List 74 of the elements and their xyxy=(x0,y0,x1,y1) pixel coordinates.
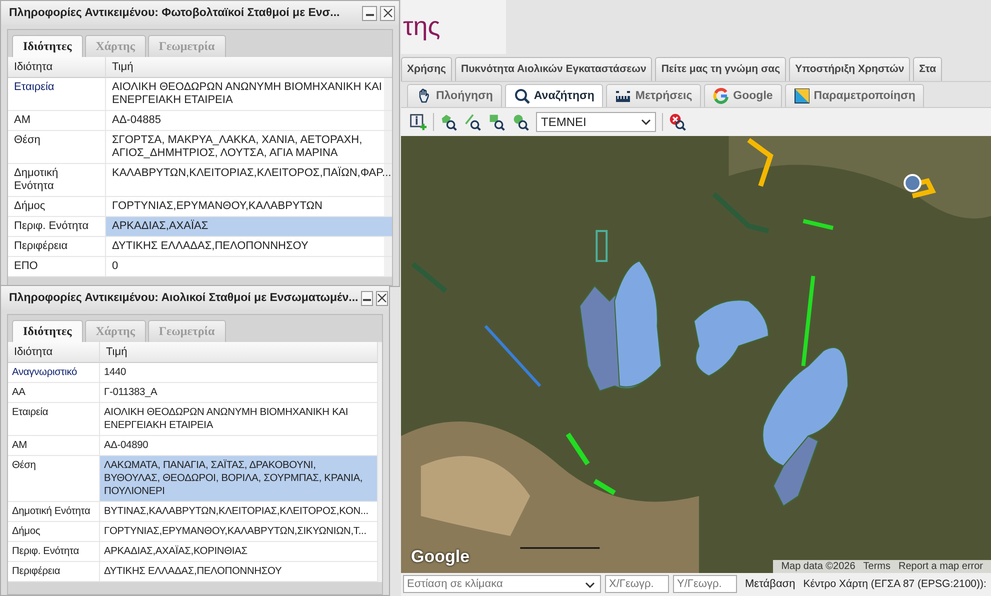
value-cell[interactable]: ΑΡΚΑΔΙΑΣ,ΑΧΑΪΑΣ,ΚΟΡΙΝΘΙΑΣ xyxy=(100,542,378,562)
tool-tab[interactable]: Πλοήγηση xyxy=(407,84,502,108)
column-header[interactable]: Ιδιότητα xyxy=(8,57,106,78)
property-cell: Αναγνωριστικό xyxy=(8,363,100,383)
value-cell[interactable]: Γ-011383_Α xyxy=(100,383,378,403)
value-cell[interactable]: ΔΥΤΙΚΗΣ ΕΛΛΑΔΑΣ,ΠΕΛΟΠΟΝΝΗΣΟΥ xyxy=(106,237,392,257)
menu-tab[interactable]: Χρήσης xyxy=(401,56,452,81)
google-logo-text: Google xyxy=(411,546,470,567)
zoom-select-icon[interactable] xyxy=(488,112,506,131)
y-coordinate-field[interactable]: Υ/Γεωγρ. xyxy=(673,575,737,594)
menu-tab[interactable]: Υποστήριξη Χρηστών xyxy=(789,56,910,81)
value-cell[interactable]: ΑΔ-04885 xyxy=(106,111,392,131)
close-icon xyxy=(377,293,388,303)
spatial-filter-dropdown[interactable]: ΤΕΜΝΕΙ xyxy=(536,112,656,132)
zoom-select-icon[interactable] xyxy=(440,112,458,131)
window-title: Πληροφορίες Αντικειμένου: Αιολικοί Σταθμοί με Ενσωματωμέν... xyxy=(9,292,358,304)
property-cell: Δημοτική Ενότητα xyxy=(8,502,100,522)
property-cell: Δημοτική Ενότητα xyxy=(8,164,106,197)
tool-tab[interactable]: Αναζήτηση xyxy=(504,84,604,108)
attribution-link[interactable]: Map data ©2026 xyxy=(777,560,860,573)
property-cell: Περιφ. Ενότητα xyxy=(8,542,100,562)
value-cell[interactable]: ΛΑΚΩΜΑΤΑ, ΠΑΝΑΓΙΑ, ΣΑΪΤΑΣ, ΔΡΑΚΟΒΟΥΝΙ, ΒΥΘΟΥΛΑΣ, ΘΕΟΔΩΡΟΙ, ΒΟΡΙΛΑ, ΣΟΥΡΜΠΑΣ, ΚΡΑΝΙΑ, ΠΟΥΛΙΟΝΕΡΙ xyxy=(100,456,378,502)
column-header[interactable]: Τιμή xyxy=(106,57,392,78)
panel-tab[interactable]: Ιδιότητες xyxy=(12,320,83,342)
property-cell: Δήμος xyxy=(8,197,106,217)
zoom-select-icon[interactable] xyxy=(464,112,482,131)
property-cell: ΑΜ xyxy=(8,436,100,456)
value-cell[interactable]: ΚΑΛΑΒΡΥΤΩΝ,ΚΛΕΙΤΟΡΙΑΣ,ΚΛΕΙΤΟΡΟΣ,ΠΑΪΩΝ,ΦΑΡ... xyxy=(106,164,392,197)
value-cell[interactable]: ΣΓΟΡΤΣΑ, ΜΑΚΡΥΑ_ΛΑΚΚΑ, ΧΑΝΙΑ, ΑΕΤΟΡΑΧΗ, ΑΓΙΟΣ_ΔΗΜΗΤΡΙΟΣ, ΛΟΥΤΣΑ, ΑΓΙΑ ΜΑΡΙΝΑ xyxy=(106,131,392,164)
panel-tab[interactable]: Ιδιότητες xyxy=(12,35,83,57)
property-cell: Εταιρεία xyxy=(8,78,106,111)
tool-tab[interactable]: Παραμετροποίηση xyxy=(784,84,924,108)
minimize-button[interactable] xyxy=(361,290,374,306)
close-button[interactable] xyxy=(376,290,388,306)
google-g-icon xyxy=(713,88,730,104)
value-cell[interactable]: 0 xyxy=(106,257,392,277)
map-center-label: Κέντρο Χάρτη (ΕΓΣΑ 87 (EPSG:2100)): xyxy=(803,578,986,590)
value-cell[interactable]: ΔΥΤΙΚΗΣ ΕΛΛΑΔΑΣ,ΠΕΛΟΠΟΝΝΗΣΟΥ xyxy=(100,562,378,582)
value-cell[interactable]: ΒΥΤΙΝΑΣ,ΚΑΛΑΒΡΥΤΩΝ,ΚΛΕΙΤΟΡΙΑΣ,ΚΛΕΙΤΟΡΟΣ,ΚΟΝ... xyxy=(100,502,378,522)
value-cell[interactable]: ΓΟΡΤΥΝΙΑΣ,ΕΡΥΜΑΝΘΟΥ,ΚΑΛΑΒΡΥΤΩΝ,ΣΙΚΥΩΝΙΩΝ,Τ... xyxy=(100,522,378,542)
tool-tab[interactable]: Μετρήσεις xyxy=(606,84,702,108)
search-icon xyxy=(514,88,530,104)
value-cell[interactable]: 1440 xyxy=(100,363,378,383)
info-add-icon[interactable] xyxy=(409,112,427,131)
attribution-link[interactable]: Terms xyxy=(859,560,895,573)
logo-text: της xyxy=(402,11,440,42)
minimize-button[interactable] xyxy=(362,6,377,20)
go-button[interactable]: Μετάβαση xyxy=(741,578,800,590)
property-cell: Δήμος xyxy=(8,522,100,542)
property-cell: ΕΠΟ xyxy=(8,257,106,277)
close-icon xyxy=(382,8,392,18)
column-header[interactable]: Τιμή xyxy=(100,342,378,363)
menu-tab[interactable]: Στα xyxy=(913,56,942,81)
zoom-select-icon[interactable] xyxy=(512,112,530,131)
menu-tab[interactable]: Πείτε μας τη γνώμη σας xyxy=(655,56,786,81)
menu-tab[interactable]: Πυκνότητα Αιολικών Εγκαταστάσεων xyxy=(454,56,652,81)
property-cell: ΑΜ xyxy=(8,111,106,131)
property-cell: Περιφέρεια xyxy=(8,237,106,257)
scale-combobox[interactable]: Εστίαση σε κλίμακα xyxy=(403,575,601,594)
value-cell[interactable]: ΑΡΚΑΔΙΑΣ,ΑΧΑΪΑΣ xyxy=(106,217,392,237)
value-cell[interactable]: ΑΙΟΛΙΚΗ ΘΕΟΔΩΡΩΝ ΑΝΩΝΥΜΗ ΒΙΟΜΗΧΑΝΙΚΗ ΚΑΙ ΕΝΕΡΓΕΙΑΚΗ ΕΤΑΙΡΕΙΑ xyxy=(100,403,378,436)
window-title: Πληροφορίες Αντικειμένου: Φωτοβολταϊκοί Σταθμοί με Ενσ... xyxy=(9,7,341,19)
x-coordinate-field[interactable]: Χ/Γεωγρ. xyxy=(605,575,669,594)
property-cell: Περιφέρεια xyxy=(8,562,100,582)
column-header[interactable]: Ιδιότητα xyxy=(8,342,100,363)
attribution-link[interactable]: Report a map error xyxy=(894,560,987,573)
property-cell: Εταιρεία xyxy=(8,403,100,436)
property-cell: Θέση xyxy=(8,131,106,164)
clear-search-icon[interactable] xyxy=(669,112,687,131)
value-cell[interactable]: ΑΙΟΛΙΚΗ ΘΕΟΔΩΡΩΝ ΑΝΩΝΥΜΗ ΒΙΟΜΗΧΑΝΙΚΗ ΚΑΙ ΕΝΕΡΓΕΙΑΚΗ ΕΤΑΙΡΕΙΑ xyxy=(106,78,392,111)
tool-tab[interactable]: Google xyxy=(704,84,782,108)
close-button[interactable] xyxy=(380,6,395,20)
property-cell: ΑΑ xyxy=(8,383,100,403)
ruler-icon xyxy=(615,88,632,104)
